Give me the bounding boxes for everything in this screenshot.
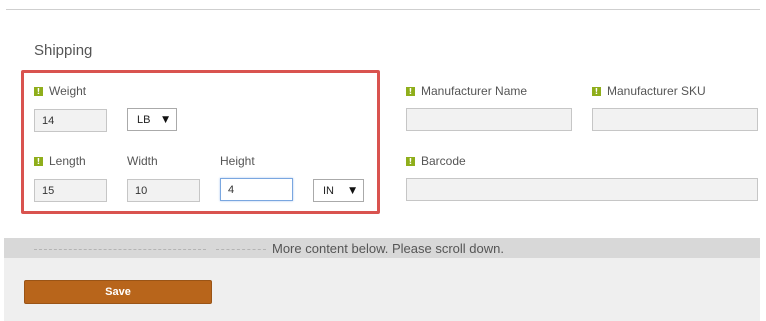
weight-unit-value: LB	[137, 113, 151, 126]
width-input[interactable]	[127, 179, 200, 202]
top-divider	[6, 9, 760, 10]
weight-label-group: ! Weight	[34, 84, 86, 98]
dimension-unit-value: IN	[323, 184, 334, 197]
save-button[interactable]: Save	[24, 280, 212, 304]
required-field-icon: !	[592, 86, 601, 96]
manufacturer-name-label: Manufacturer Name	[421, 84, 528, 98]
barcode-input[interactable]	[406, 178, 758, 201]
height-input[interactable]	[220, 178, 293, 201]
dashed-divider	[34, 249, 206, 250]
dropdown-caret-icon: ▼	[349, 185, 356, 196]
manufacturer-sku-label: Manufacturer SKU	[607, 84, 706, 98]
section-title: Shipping	[34, 42, 93, 59]
length-label: Length	[49, 154, 86, 168]
barcode-label: Barcode	[421, 154, 466, 168]
dimension-unit-select[interactable]: IN ▼	[313, 179, 364, 202]
height-label: Height	[220, 154, 255, 168]
manufacturer-sku-label-group: ! Manufacturer SKU	[592, 84, 706, 98]
manufacturer-sku-input[interactable]	[592, 108, 758, 131]
manufacturer-name-input[interactable]	[406, 108, 572, 131]
required-field-icon: !	[34, 156, 43, 166]
weight-label: Weight	[49, 84, 87, 98]
manufacturer-name-label-group: ! Manufacturer Name	[406, 84, 527, 98]
scroll-notice-text: More content below. Please scroll down.	[272, 241, 504, 256]
required-field-icon: !	[406, 86, 415, 96]
required-field-icon: !	[406, 156, 415, 166]
barcode-label-group: ! Barcode	[406, 154, 466, 168]
width-label: Width	[127, 154, 158, 168]
scroll-notice-band: More content below. Please scroll down.	[4, 238, 760, 258]
weight-input[interactable]	[34, 109, 107, 132]
length-label-group: ! Length	[34, 154, 86, 168]
required-field-icon: !	[34, 86, 43, 96]
dashed-divider	[216, 249, 266, 250]
length-input[interactable]	[34, 179, 107, 202]
weight-unit-select[interactable]: LB ▼	[127, 108, 177, 131]
dropdown-caret-icon: ▼	[162, 114, 169, 125]
